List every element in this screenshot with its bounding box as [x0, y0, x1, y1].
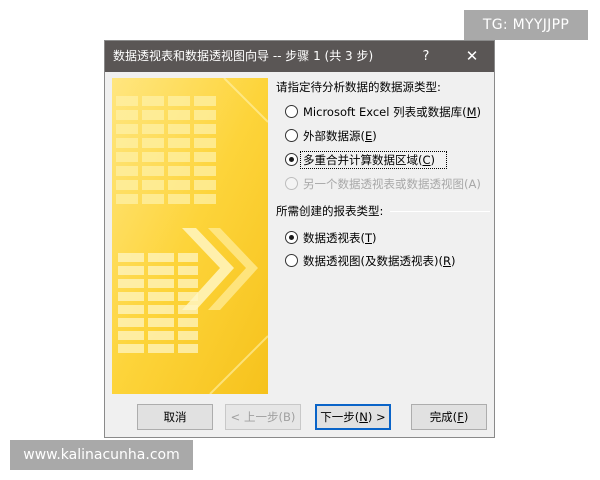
wizard-content: 请指定待分析数据的数据源类型: Microsoft Excel 列表或数据库(M… [276, 78, 490, 388]
radio-pivot-table[interactable] [285, 231, 298, 244]
wizard-illustration-graphic [112, 78, 268, 394]
watermark-site: www.kalinacunha.com [10, 440, 193, 470]
title-bar[interactable]: 数据透视表和数据透视图向导 -- 步骤 1 (共 3 步) ? ✕ [105, 41, 494, 72]
radio-multiple-consolidation[interactable] [285, 153, 298, 166]
next-button[interactable]: 下一步(N) > [315, 404, 391, 430]
radio-another-pivot [285, 177, 298, 190]
radio-excel-list[interactable] [285, 105, 298, 118]
close-button[interactable]: ✕ [450, 41, 494, 72]
cancel-button[interactable]: 取消 [137, 404, 213, 430]
report-section-divider [390, 211, 490, 212]
radio-external-source[interactable] [285, 129, 298, 142]
report-type-heading: 所需创建的报表类型: [276, 204, 384, 218]
wizard-illustration [112, 78, 268, 394]
dialog-title: 数据透视表和数据透视图向导 -- 步骤 1 (共 3 步) [113, 49, 374, 63]
back-button: < 上一步(B) [225, 404, 301, 430]
help-button[interactable]: ? [405, 41, 447, 72]
pivot-wizard-dialog: 数据透视表和数据透视图向导 -- 步骤 1 (共 3 步) ? ✕ 请指定待分析… [104, 40, 495, 438]
source-type-heading: 请指定待分析数据的数据源类型: [276, 80, 441, 94]
watermark-tg: TG: MYYJJPP [464, 10, 588, 40]
radio-pivot-chart[interactable] [285, 254, 298, 267]
finish-button[interactable]: 完成(F) [411, 404, 487, 430]
